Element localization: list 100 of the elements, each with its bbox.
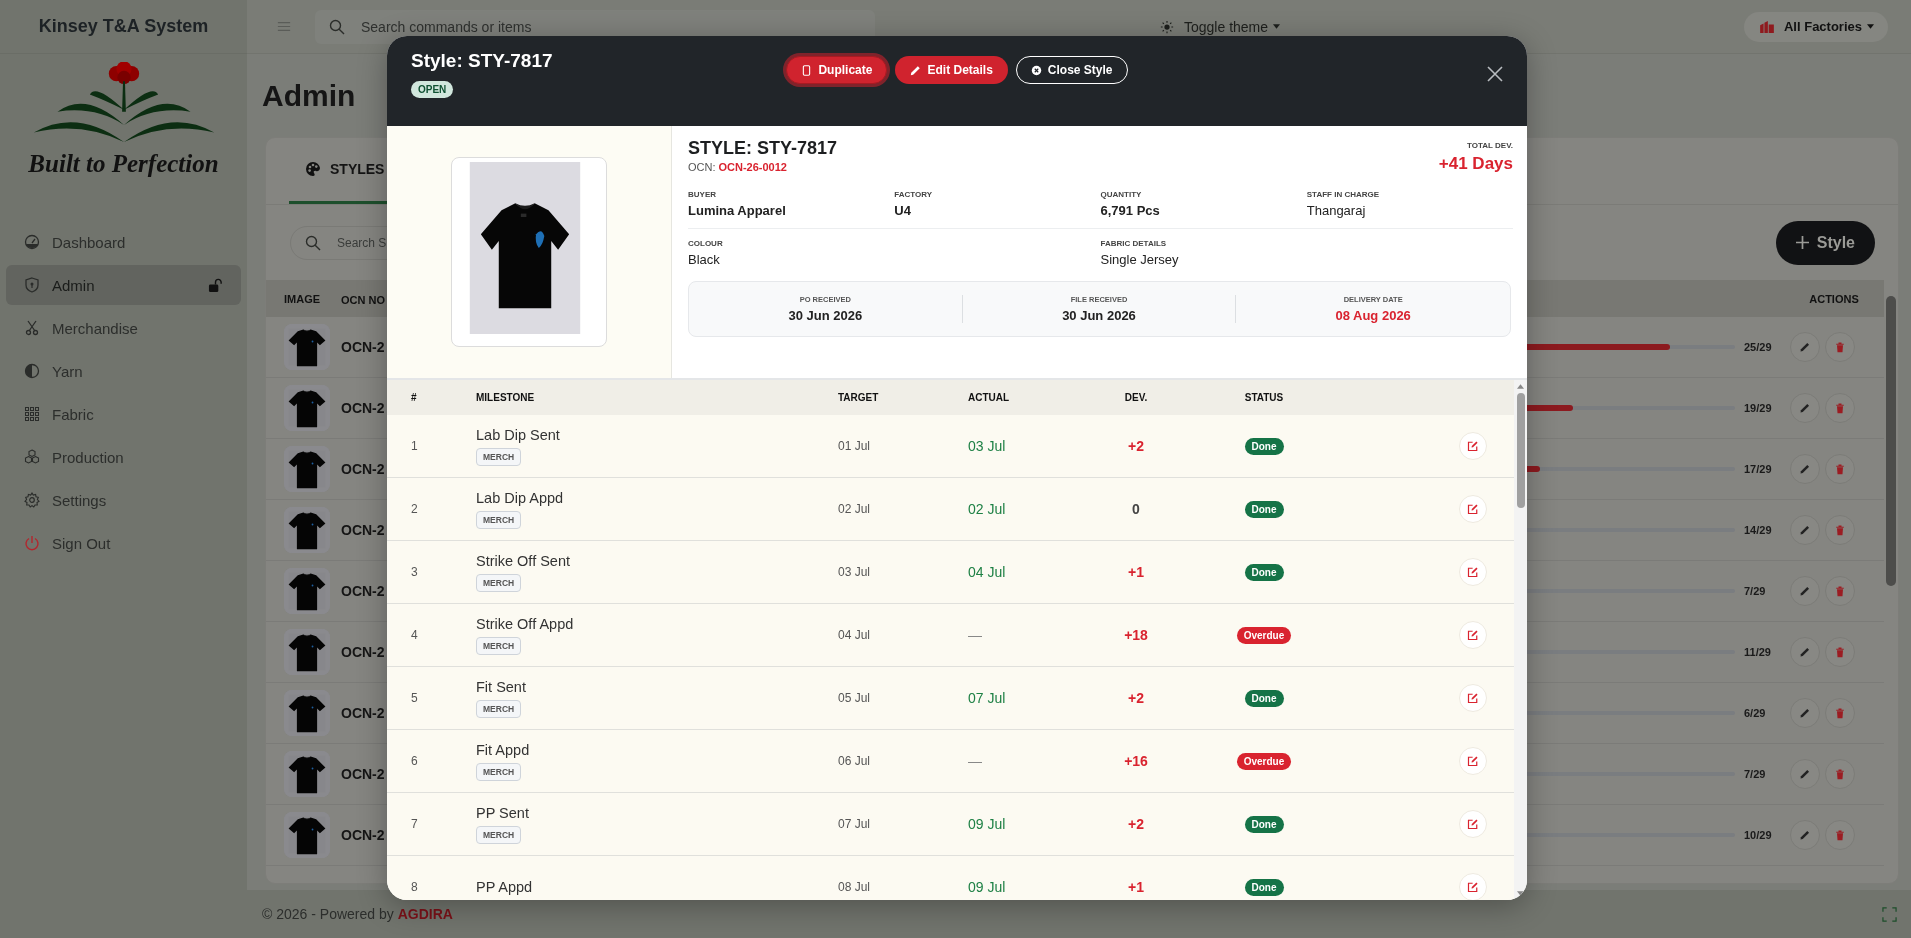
status-badge: Done: [1244, 815, 1284, 833]
row-number: 4: [410, 628, 419, 642]
ocn-number: OCN-2: [341, 583, 385, 599]
row-number: 3: [410, 565, 419, 579]
nav-item[interactable]: Production: [6, 437, 241, 477]
edit-button[interactable]: [1790, 576, 1820, 606]
field-value: U4: [894, 203, 912, 218]
ocn-label: OCN:: [688, 161, 716, 173]
edit-button[interactable]: [1790, 759, 1820, 789]
status-badge: Done: [1244, 437, 1284, 455]
status-badge: Overdue: [1236, 752, 1292, 770]
status-badge: OPEN: [411, 81, 454, 98]
progress-count: 14/29: [1743, 524, 1773, 536]
edit-button[interactable]: [1790, 637, 1820, 667]
progress-count: 25/29: [1743, 341, 1773, 353]
row-number: 2: [410, 502, 419, 516]
actual-date: 09 Jul: [968, 816, 1007, 832]
footer-link[interactable]: AGDIRA: [397, 906, 453, 922]
app-title: Kinsey T&A System: [38, 16, 209, 37]
nav-item[interactable]: Settings: [6, 480, 241, 520]
delete-button[interactable]: [1825, 393, 1855, 423]
edit-button[interactable]: [1790, 820, 1820, 850]
page-title: Admin: [262, 77, 356, 114]
total-deviation-label: TOTAL DEV.: [1467, 141, 1513, 150]
nav-item[interactable]: Sign Out: [6, 523, 241, 563]
close-icon[interactable]: [1487, 66, 1503, 82]
delete-button[interactable]: [1825, 576, 1855, 606]
delete-button[interactable]: [1825, 759, 1855, 789]
dialog-action-button[interactable]: Edit Details: [895, 56, 1008, 84]
status-badge: Done: [1244, 500, 1284, 518]
total-deviation: +41 Days: [1438, 154, 1513, 174]
factory-icon: [1759, 20, 1774, 33]
milestone-name: PP Appd: [476, 879, 533, 895]
department-tag: MERCH: [476, 762, 522, 781]
field-label: COLOUR: [688, 239, 724, 248]
edit-button[interactable]: [1790, 454, 1820, 484]
ocn-number: OCN-2: [341, 766, 385, 782]
delete-button[interactable]: [1825, 332, 1855, 362]
trash-icon: [1834, 341, 1846, 353]
target-date: 08 Jul: [838, 880, 872, 894]
nav-item[interactable]: Admin: [6, 265, 241, 305]
caret-icon: [1273, 24, 1281, 29]
close-circle-icon: [1030, 64, 1042, 76]
scissors-icon: [24, 320, 40, 336]
pencil-icon: [1799, 585, 1811, 597]
actual-date: 04 Jul: [968, 564, 1007, 580]
delete-button[interactable]: [1825, 820, 1855, 850]
edit-button[interactable]: [1790, 698, 1820, 728]
palette-icon: [305, 161, 321, 177]
field-value: Thangaraj: [1306, 203, 1367, 218]
target-date: 05 Jul: [838, 691, 872, 705]
add-style-button[interactable]: Style: [1775, 220, 1875, 265]
progress-count: 6/29: [1743, 707, 1767, 719]
delete-button[interactable]: [1825, 637, 1855, 667]
edit-button[interactable]: [1790, 332, 1820, 362]
ocn-number: OCN-2: [341, 522, 385, 538]
field-label: QUANTITY: [1100, 190, 1143, 199]
row-number: 5: [410, 691, 419, 705]
nav-item[interactable]: Dashboard: [6, 222, 241, 262]
row-number: 8: [410, 880, 419, 894]
field-value: Lumina Apparel: [688, 203, 787, 218]
search-icon: [305, 234, 321, 251]
theme-toggle[interactable]: Toggle theme: [1160, 18, 1281, 35]
nav-item[interactable]: Fabric: [6, 394, 241, 434]
milestone-name: Fit Sent: [476, 678, 526, 695]
progress-count: 7/29: [1743, 585, 1767, 597]
pencil-icon: [1799, 829, 1811, 841]
delete-button[interactable]: [1825, 698, 1855, 728]
field-value: Black: [688, 252, 721, 267]
edit-button[interactable]: [1790, 515, 1820, 545]
edit-button[interactable]: [1790, 393, 1820, 423]
actual-date: 07 Jul: [968, 690, 1007, 706]
progress-count: 17/29: [1743, 463, 1773, 475]
scroll-thumb[interactable]: [1886, 296, 1896, 586]
target-date: 04 Jul: [838, 628, 872, 642]
field-label: FABRIC DETAILS: [1100, 239, 1168, 248]
nav-item[interactable]: Yarn: [6, 351, 241, 391]
delete-button[interactable]: [1825, 454, 1855, 484]
scroll-thumb[interactable]: [1516, 393, 1525, 508]
field-value: 6,791 Pcs: [1100, 203, 1161, 218]
factory-dropdown[interactable]: All Factories: [1743, 11, 1888, 42]
delete-button[interactable]: [1825, 515, 1855, 545]
nav-item[interactable]: Merchandise: [6, 308, 241, 348]
progress-count: 10/29: [1743, 829, 1773, 841]
dialog-action-button[interactable]: Duplicate: [786, 56, 888, 84]
target-date: 03 Jul: [838, 565, 872, 579]
edit-icon: [1467, 692, 1479, 704]
contrast-icon: [24, 363, 40, 379]
trash-icon: [1834, 768, 1846, 780]
caret-icon: [1867, 24, 1874, 29]
scroll-up-icon[interactable]: [1517, 384, 1524, 389]
dialog-title: Style: STY-7817: [411, 50, 553, 72]
edit-icon: [1467, 818, 1479, 830]
scroll-down-icon[interactable]: [1517, 891, 1524, 896]
status-badge: Done: [1244, 689, 1284, 707]
department-tag: MERCH: [476, 510, 522, 529]
ocn-number: OCN-2: [341, 339, 385, 355]
grid-icon: [24, 406, 40, 422]
scrollbar[interactable]: [1514, 380, 1527, 900]
column-header: DEV.: [1123, 392, 1149, 403]
